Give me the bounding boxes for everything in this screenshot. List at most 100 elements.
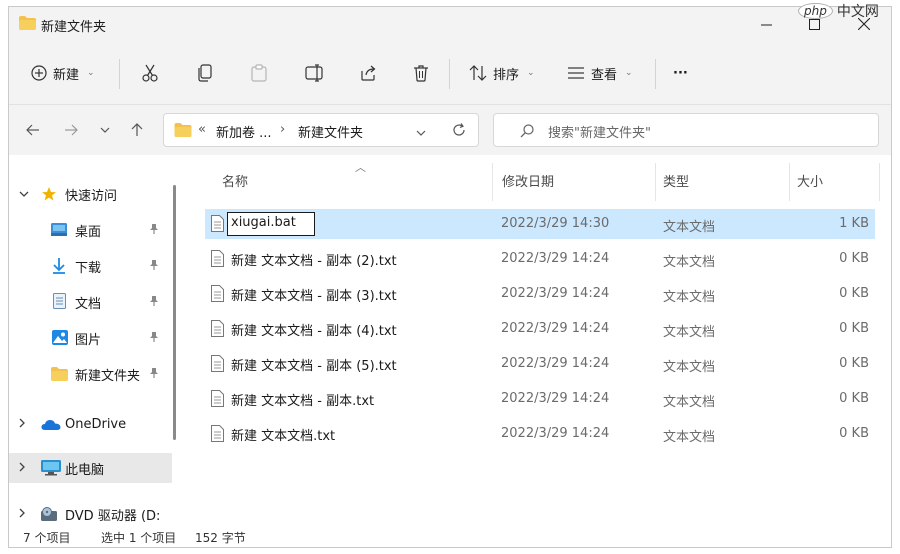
file-type: 文本文档 [663,290,716,305]
column-divider[interactable] [789,163,790,201]
file-type: 文本文档 [663,255,716,270]
sidebar-item-downloads[interactable]: 下载 [9,251,171,281]
table-row[interactable]: 新建 文本文档.txt 2022/3/29 14:24 文本文档 0 KB [205,419,875,449]
chevron-down-icon[interactable] [19,188,29,201]
address-dropdown-button[interactable] [416,126,426,141]
table-row[interactable]: 新建 文本文档 - 副本 (2).txt 2022/3/29 14:24 文本文… [205,244,875,274]
file-type: 文本文档 [663,395,716,410]
view-button[interactable]: 查看 ⌄ [559,57,641,89]
file-size: 0 KB [839,251,869,266]
rename-input[interactable]: xiugai.bat [227,212,315,236]
file-name: 新建 文本文档 - 副本 (4).txt [231,324,397,339]
up-button[interactable] [125,118,149,142]
column-header-type[interactable]: 类型 [663,171,689,190]
rename-icon [305,64,323,82]
file-size: 0 KB [839,356,869,371]
chevron-down-icon [100,127,110,133]
watermark-badge: php [798,3,833,19]
text-file-icon [211,425,224,446]
sidebar-item-label: 快速访问 [65,188,118,204]
file-date: 2022/3/29 14:24 [501,391,610,406]
sort-button[interactable]: 排序 ⌄ [461,57,543,89]
command-bar: 新建 ⌄ 排序 ⌄ 查看 ⌄ ··· [9,41,891,105]
scissors-icon [142,64,158,82]
sidebar-scrollbar[interactable] [173,185,176,440]
window-title: 新建文件夹 [41,20,107,35]
status-selected-size: 152 字节 [195,531,246,545]
column-header-date[interactable]: 修改日期 [502,171,554,190]
breadcrumb-current-folder[interactable]: 新建文件夹 [298,122,363,141]
chevron-right-icon[interactable] [19,418,26,431]
sidebar-item-label: OneDrive [65,416,127,432]
file-date: 2022/3/29 14:24 [501,286,610,301]
breadcrumb-new-volume[interactable]: 新加卷 ... [216,122,272,141]
column-header-name[interactable]: 名称 [222,171,248,190]
sidebar-item-documents[interactable]: 文档 [9,287,171,317]
file-name: 新建 文本文档 - 副本 (3).txt [231,289,397,304]
chevron-right-icon[interactable] [19,508,26,521]
pin-icon [149,223,159,238]
share-button[interactable] [351,57,385,89]
file-date: 2022/3/29 14:24 [501,356,610,371]
table-row[interactable]: xiugai.bat 2022/3/29 14:30 文本文档 1 KB [205,209,875,239]
view-list-icon [568,67,584,79]
folder-icon [51,367,68,385]
dvd-drive-icon [41,507,57,525]
sidebar-item-desktop[interactable]: 桌面 [9,215,171,245]
column-divider[interactable] [879,163,880,201]
copy-button[interactable] [189,57,221,89]
table-row[interactable]: 新建 文本文档 - 副本 (3).txt 2022/3/29 14:24 文本文… [205,279,875,309]
cut-button[interactable] [133,57,167,89]
column-header-size[interactable]: 大小 [797,171,823,190]
minimize-button[interactable] [743,9,789,39]
chevron-down-icon: ⌄ [87,68,95,78]
sidebar-item-new-folder[interactable]: 新建文件夹 [9,359,171,389]
arrow-right-icon [65,124,78,136]
new-button-label: 新建 [53,67,80,83]
sidebar-item-quick-access[interactable]: 快速访问 [9,179,171,209]
search-box[interactable]: 搜索"新建文件夹" [493,113,879,147]
sidebar-item-label: 此电脑 [65,462,105,478]
more-options-button[interactable]: ··· [665,57,696,89]
arrow-up-icon [131,123,143,136]
text-file-icon [211,320,224,341]
sidebar-item-label: DVD 驱动器 (D: [65,508,161,524]
table-row[interactable]: 新建 文本文档 - 副本 (4).txt 2022/3/29 14:24 文本文… [205,314,875,344]
file-name: 新建 文本文档 - 副本.txt [231,394,375,409]
status-bar: 7 个项目 选中 1 个项目 152 字节 [9,525,891,547]
trash-icon [414,65,428,82]
forward-button[interactable] [59,118,83,142]
sidebar-item-pictures[interactable]: 图片 [9,323,171,353]
file-size: 1 KB [839,216,869,231]
table-row[interactable]: 新建 文本文档 - 副本.txt 2022/3/29 14:24 文本文档 0 … [205,384,875,414]
sidebar-item-this-pc[interactable]: 此电脑 [9,453,172,483]
breadcrumb-overflow[interactable]: « [198,122,206,137]
star-icon [41,186,57,206]
more-icon: ··· [673,65,688,81]
file-type: 文本文档 [663,325,716,340]
sidebar-item-onedrive[interactable]: OneDrive [9,409,171,439]
recent-locations-button[interactable] [93,118,117,142]
chevron-right-icon[interactable] [19,462,26,475]
sort-icon [469,65,487,81]
toolbar-divider [119,59,120,89]
delete-button[interactable] [405,57,437,89]
pictures-icon [52,330,68,349]
new-button[interactable]: 新建 ⌄ [23,57,103,89]
copy-icon [198,64,212,82]
back-button[interactable] [21,118,45,142]
status-item-count: 7 个项目 [23,531,71,545]
paste-button[interactable] [243,57,275,89]
text-file-icon [211,285,224,306]
minimize-icon [760,24,772,25]
toolbar-divider [449,59,450,89]
refresh-button[interactable] [452,123,466,141]
file-size: 0 KB [839,321,869,336]
table-row[interactable]: 新建 文本文档 - 副本 (5).txt 2022/3/29 14:24 文本文… [205,349,875,379]
rename-button[interactable] [297,57,333,89]
column-divider[interactable] [655,163,656,201]
watermark: php 中文网 [798,0,879,22]
address-bar[interactable]: « 新加卷 ... › 新建文件夹 [163,113,479,147]
column-divider[interactable] [492,163,493,201]
chevron-down-icon: ⌄ [625,68,633,78]
